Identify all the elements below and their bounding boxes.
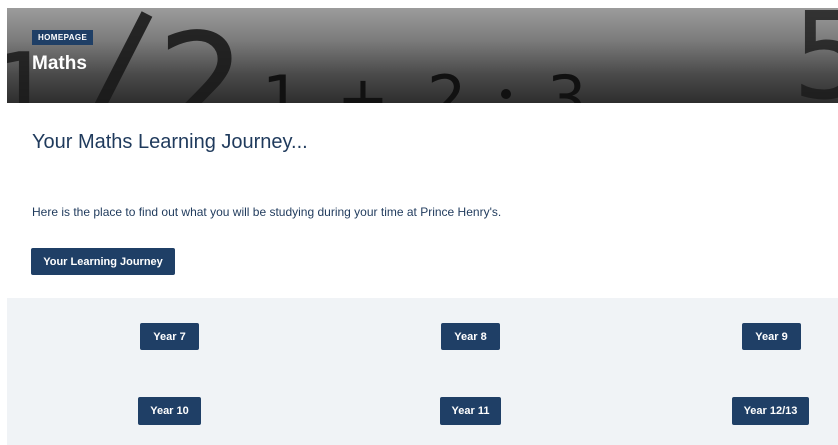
section-heading: Your Maths Learning Journey... xyxy=(32,131,308,153)
year-links-panel: Year 7 Year 8 Year 9 Year 10 Year 11 Yea… xyxy=(7,298,838,445)
page: 1 2 1 + 2 3 5 HOMEPAGE Maths Your Maths … xyxy=(0,0,838,445)
svg-text:2: 2 xyxy=(427,62,466,103)
maths-banner-image: 1 2 1 + 2 3 5 xyxy=(7,8,838,103)
svg-text:5: 5 xyxy=(792,8,838,103)
year-11-button[interactable]: Year 11 xyxy=(440,397,501,425)
year-12-13-button[interactable]: Year 12/13 xyxy=(732,397,809,425)
page-title: Maths xyxy=(32,53,87,74)
svg-text:2: 2 xyxy=(157,8,246,103)
svg-text:1: 1 xyxy=(262,62,301,103)
intro-text: Here is the place to find out what you w… xyxy=(32,205,502,219)
year-10-button[interactable]: Year 10 xyxy=(138,397,201,425)
year-9-button[interactable]: Year 9 xyxy=(742,323,801,350)
svg-text:3: 3 xyxy=(547,62,586,103)
year-7-button[interactable]: Year 7 xyxy=(140,323,199,350)
homepage-badge[interactable]: HOMEPAGE xyxy=(32,30,94,45)
year-8-button[interactable]: Year 8 xyxy=(441,323,500,350)
hero-banner: 1 2 1 + 2 3 5 HOMEPAGE Maths xyxy=(7,8,838,103)
learning-journey-button[interactable]: Your Learning Journey xyxy=(31,248,175,275)
svg-text:+: + xyxy=(337,62,389,103)
